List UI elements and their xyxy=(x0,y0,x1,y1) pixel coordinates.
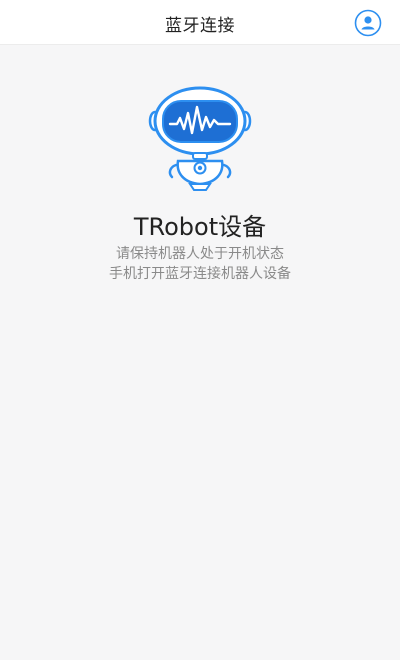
device-title: TRobot设备 xyxy=(133,213,267,241)
hint-enable-bluetooth: 手机打开蓝牙连接机器人设备 xyxy=(109,266,291,282)
top-bar: 蓝牙连接 xyxy=(0,0,400,45)
page-title: 蓝牙连接 xyxy=(165,16,235,36)
bluetooth-connect-screen: 蓝牙连接 TRobot设备 请保持机器人处于开机状态 手机打开蓝牙连接机器人设备 xyxy=(0,0,400,660)
profile-button[interactable] xyxy=(354,9,382,37)
robot-illustration xyxy=(146,83,254,191)
hint-power-on: 请保持机器人处于开机状态 xyxy=(116,246,284,262)
user-icon xyxy=(354,9,382,37)
robot-icon xyxy=(148,86,252,191)
